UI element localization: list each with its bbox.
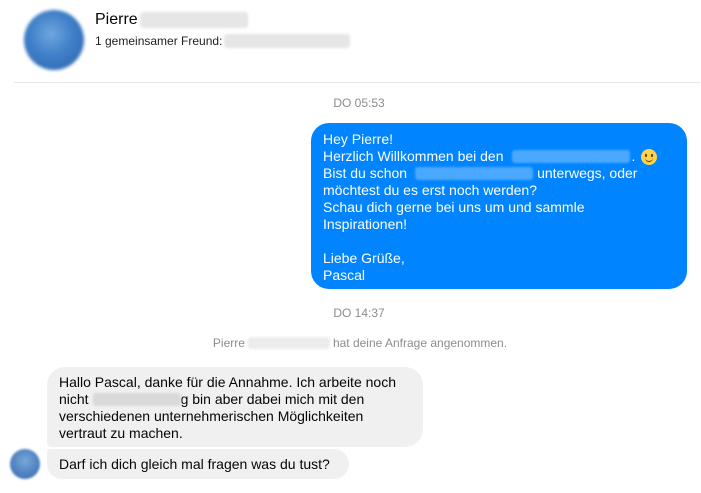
message-text: . [631,148,636,164]
message-line: Hallo Pascal, danke für die Annahme. Ich… [59,374,411,391]
message-text: Schau dich gerne bei uns um und sammle [323,199,585,215]
message-line: Darf ich dich gleich mal fragen was du t… [59,456,337,473]
redacted-surname [139,12,248,28]
message-text: nicht [59,391,89,407]
redacted-surname [247,337,330,349]
message-line: verschiedenen unternehmerischen Möglichk… [59,408,411,425]
header-divider [14,82,700,83]
system-message: Pierre hat deine Anfrage angenommen. [150,335,570,351]
message-line: möchtest du es erst noch werden? [323,182,675,199]
message-text: Inspirationen! [323,216,408,232]
message-line: vertraut zu machen. [59,425,411,442]
message-text: Liebe Grüße, [323,250,405,266]
timestamp: DO 14:37 [333,306,385,320]
contact-name-row: Pierre [95,10,248,30]
message-text: Hallo Pascal, danke für die Annahme. Ich… [59,374,396,390]
incoming-message-bubble[interactable]: Hallo Pascal, danke für die Annahme. Ich… [47,367,423,447]
message-text: g bin aber dabei mich mit den [180,391,365,407]
message-line: nicht g bin aber dabei mich mit den [59,391,411,408]
redacted-mutual-friend[interactable] [224,34,351,48]
redacted-text [92,393,181,406]
message-line: Liebe Grüße, [323,250,675,267]
contact-avatar[interactable] [24,10,84,70]
conversation-header: Pierre 1 gemeinsamer Freund: [0,0,701,82]
message-line: Schau dich gerne bei uns um und sammle [323,199,675,216]
message-text: Pascal [323,267,366,283]
contact-name[interactable]: Pierre [95,11,138,29]
message-text: möchtest du es erst noch werden? [323,182,538,198]
message-text: verschiedenen unternehmerischen Möglichk… [59,408,364,424]
redacted-text [511,150,630,163]
system-message-text: hat deine Anfrage angenommen. [332,336,508,350]
message-line: Bist du schon unterwegs, oder [323,165,675,182]
message-line: Hey Pierre! [323,131,675,148]
message-text: unterwegs, oder [537,165,638,181]
message-text: vertraut zu machen. [59,425,183,441]
sender-avatar[interactable] [10,449,40,479]
message-line: Pascal [323,267,675,284]
redacted-text [415,167,534,180]
message-line: Herzlich Willkommen bei den . [323,148,675,165]
timestamp: DO 05:53 [333,96,385,110]
message-text: Hey Pierre! [323,131,394,147]
outgoing-message-bubble[interactable]: Hey Pierre! Herzlich Willkommen bei den … [311,123,687,289]
message-text: Herzlich Willkommen bei den [323,148,504,164]
slightly-smiling-face-icon [641,148,658,165]
incoming-message-bubble[interactable]: Darf ich dich gleich mal fragen was du t… [47,449,349,479]
mutual-friends-label: 1 gemeinsamer Freund: [95,34,223,48]
message-line: Inspirationen! [323,216,675,233]
message-text: Bist du schon [323,165,408,181]
message-text: Darf ich dich gleich mal fragen was du t… [59,456,330,472]
mutual-friends-row: 1 gemeinsamer Freund: [95,33,351,49]
system-message-name: Pierre [212,336,245,350]
